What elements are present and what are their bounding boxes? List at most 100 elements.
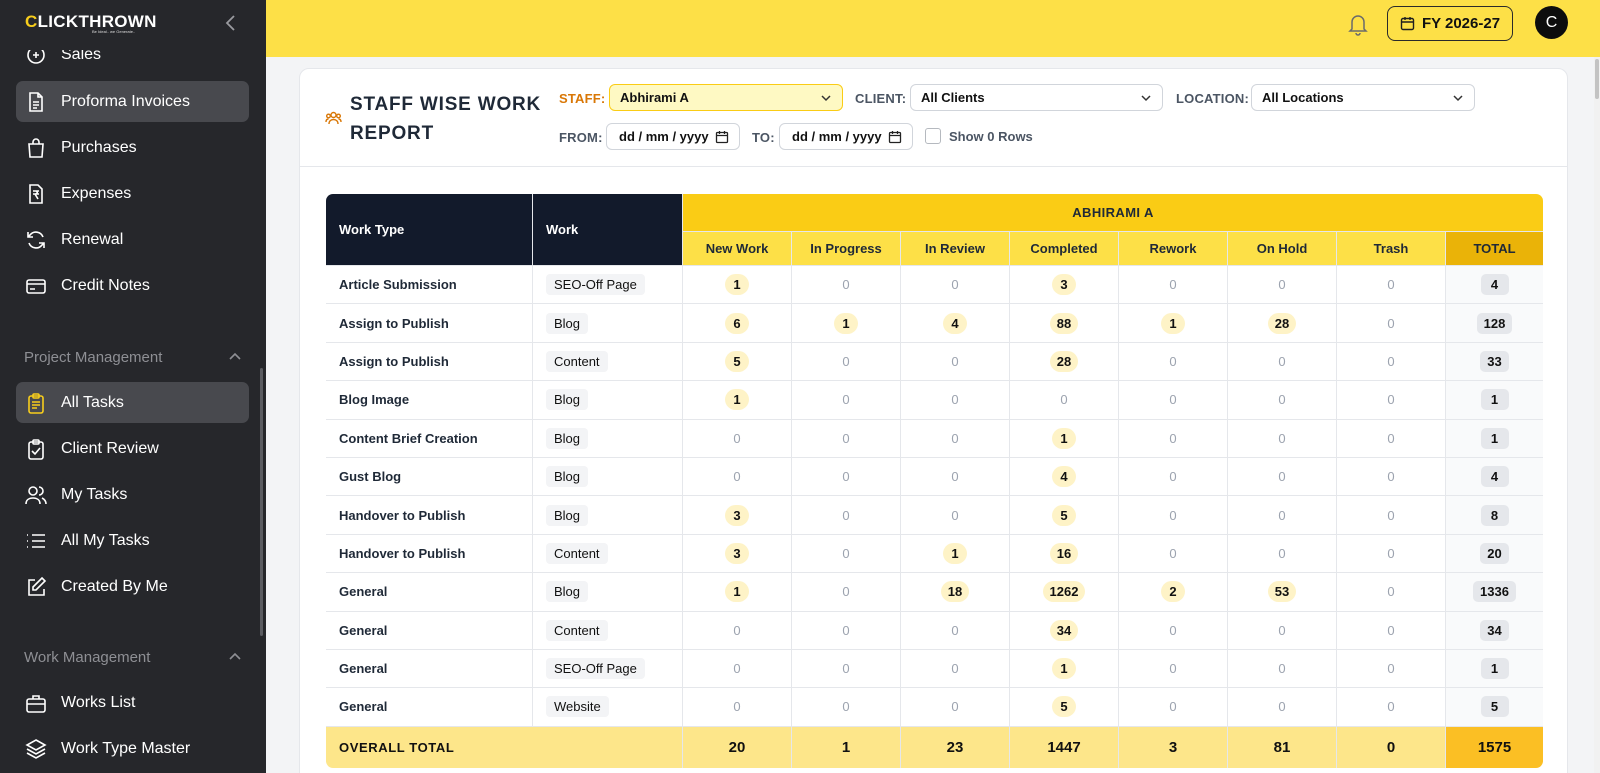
scrollbar-thumb[interactable] bbox=[1595, 59, 1599, 99]
overall-total-cell: 1 bbox=[791, 725, 901, 768]
count-badge[interactable]: 53 bbox=[1267, 581, 1297, 603]
sidebar-item-expenses[interactable]: Expenses bbox=[16, 173, 249, 214]
client-select[interactable]: All Clients bbox=[910, 84, 1163, 111]
count-badge[interactable]: 4 bbox=[943, 312, 967, 334]
zero-count: 0 bbox=[1387, 622, 1395, 638]
count-badge[interactable]: 1 bbox=[725, 389, 749, 411]
calendar-icon[interactable] bbox=[888, 130, 902, 144]
show-zero-rows-checkbox[interactable] bbox=[925, 128, 941, 144]
sidebar-item-works-list[interactable]: Works List bbox=[16, 682, 249, 723]
sidebar-collapse-button[interactable] bbox=[221, 12, 241, 34]
zero-count: 0 bbox=[1169, 622, 1177, 638]
count-badge[interactable]: 1 bbox=[725, 581, 749, 603]
count-cell: 0 bbox=[1009, 380, 1119, 420]
sidebar-item-label: Works List bbox=[61, 693, 136, 711]
sidebar-section-project-management[interactable]: Project Management bbox=[24, 345, 242, 369]
sidebar-item-created-by-me[interactable]: Created By Me bbox=[16, 566, 249, 607]
work-cell: Blog bbox=[532, 418, 683, 458]
count-badge[interactable]: 4 bbox=[1052, 466, 1076, 488]
count-badge[interactable]: 5 bbox=[725, 350, 749, 372]
count-cell: 0 bbox=[1227, 648, 1337, 689]
count-badge[interactable]: 6 bbox=[725, 312, 749, 334]
count-badge[interactable]: 1 bbox=[1161, 312, 1185, 334]
zero-count: 0 bbox=[1169, 469, 1177, 485]
column-header-status[interactable]: Trash bbox=[1336, 231, 1446, 266]
work-tag: Content bbox=[546, 542, 608, 564]
count-badge[interactable]: 3 bbox=[725, 504, 749, 526]
count-badge[interactable]: 1 bbox=[943, 542, 967, 564]
sidebar-item-purchases[interactable]: Purchases bbox=[16, 127, 249, 168]
column-header-work[interactable]: Work bbox=[532, 193, 683, 266]
sidebar-item-label: Renewal bbox=[61, 230, 124, 248]
sidebar-item-credit-notes[interactable]: Credit Notes bbox=[16, 265, 249, 306]
count-badge[interactable]: 16 bbox=[1049, 542, 1079, 564]
location-select[interactable]: All Locations bbox=[1251, 84, 1475, 111]
work-type-cell: General bbox=[326, 610, 533, 650]
sidebar-item-my-tasks[interactable]: My Tasks bbox=[16, 474, 249, 515]
notification-bell-icon[interactable] bbox=[1347, 12, 1369, 36]
column-header-status[interactable]: Rework bbox=[1118, 231, 1228, 266]
count-badge[interactable]: 88 bbox=[1049, 312, 1079, 334]
column-header-status[interactable]: In Progress bbox=[791, 231, 901, 266]
to-date-input[interactable]: dd / mm / yyyy bbox=[779, 123, 913, 150]
sidebar-scrollbar[interactable] bbox=[260, 368, 263, 636]
show-zero-rows-toggle[interactable]: Show 0 Rows bbox=[925, 128, 1033, 144]
sidebar-item-renewal[interactable]: Renewal bbox=[16, 219, 249, 260]
work-cell: Blog bbox=[532, 495, 683, 535]
count-cell: 0 bbox=[682, 648, 792, 689]
sidebar-item-all-tasks[interactable]: All Tasks bbox=[16, 382, 249, 423]
work-type-cell: Handover to Publish bbox=[326, 533, 533, 574]
count-cell: 34 bbox=[1009, 610, 1119, 650]
zero-count: 0 bbox=[951, 507, 959, 523]
sidebar-item-proforma-invoices[interactable]: Proforma Invoices bbox=[16, 81, 249, 122]
work-tag: Blog bbox=[546, 504, 589, 526]
count-badge[interactable]: 2 bbox=[1161, 581, 1185, 603]
zero-count: 0 bbox=[1278, 507, 1286, 523]
row-total-cell: 8 bbox=[1444, 495, 1544, 535]
count-badge[interactable]: 34 bbox=[1049, 619, 1079, 641]
sidebar-section-work-management[interactable]: Work Management bbox=[24, 645, 242, 669]
overall-total-cell: 1447 bbox=[1009, 725, 1119, 768]
column-header-status[interactable]: New Work bbox=[682, 231, 792, 266]
count-cell: 0 bbox=[900, 380, 1010, 420]
work-report-table: Work Type Work ABHIRAMI A New Work In Pro… bbox=[325, 193, 1545, 769]
count-badge[interactable]: 18 bbox=[940, 581, 970, 603]
zero-count: 0 bbox=[1169, 430, 1177, 446]
calendar-icon[interactable] bbox=[715, 130, 729, 144]
count-badge[interactable]: 28 bbox=[1049, 350, 1079, 372]
column-header-status[interactable]: TOTAL bbox=[1444, 231, 1544, 266]
avatar[interactable]: C bbox=[1535, 6, 1568, 39]
location-filter-label: LOCATION: bbox=[1176, 91, 1250, 106]
sidebar-item-all-my-tasks[interactable]: All My Tasks bbox=[16, 520, 249, 561]
count-badge[interactable]: 1 bbox=[1052, 658, 1076, 680]
zero-count: 0 bbox=[842, 699, 850, 715]
client-select-value: All Clients bbox=[921, 90, 985, 105]
sidebar-item-client-review[interactable]: Client Review bbox=[16, 428, 249, 469]
count-badge[interactable]: 1 bbox=[1052, 427, 1076, 449]
work-tag: Content bbox=[546, 350, 608, 372]
count-badge[interactable]: 5 bbox=[1052, 504, 1076, 526]
count-cell: 0 bbox=[1118, 610, 1228, 650]
grand-total-cell: 1575 bbox=[1444, 725, 1544, 768]
page-scrollbar[interactable] bbox=[1594, 57, 1600, 773]
staff-select[interactable]: Abhirami A bbox=[609, 84, 843, 111]
column-header-status[interactable]: In Review bbox=[900, 231, 1010, 266]
column-header-work-type[interactable]: Work Type bbox=[326, 193, 533, 266]
count-badge[interactable]: 1 bbox=[834, 312, 858, 334]
count-badge[interactable]: 1262 bbox=[1042, 581, 1086, 603]
from-date-input[interactable]: dd / mm / yyyy bbox=[606, 123, 740, 150]
sidebar-item-work-type-master[interactable]: Work Type Master bbox=[16, 728, 249, 769]
count-cell: 0 bbox=[900, 495, 1010, 535]
count-cell: 0 bbox=[791, 456, 901, 497]
column-header-status[interactable]: Completed bbox=[1009, 231, 1119, 266]
column-header-status[interactable]: On Hold bbox=[1227, 231, 1337, 266]
count-badge[interactable]: 3 bbox=[1052, 274, 1076, 296]
count-cell: 0 bbox=[791, 341, 901, 382]
count-badge[interactable]: 28 bbox=[1267, 312, 1297, 334]
fiscal-year-button[interactable]: FY 2026-27 bbox=[1387, 6, 1513, 41]
count-badge[interactable]: 5 bbox=[1052, 696, 1076, 718]
count-badge[interactable]: 3 bbox=[725, 542, 749, 564]
zero-count: 0 bbox=[842, 545, 850, 561]
count-badge[interactable]: 1 bbox=[725, 274, 749, 296]
row-total-cell: 4 bbox=[1444, 456, 1544, 497]
